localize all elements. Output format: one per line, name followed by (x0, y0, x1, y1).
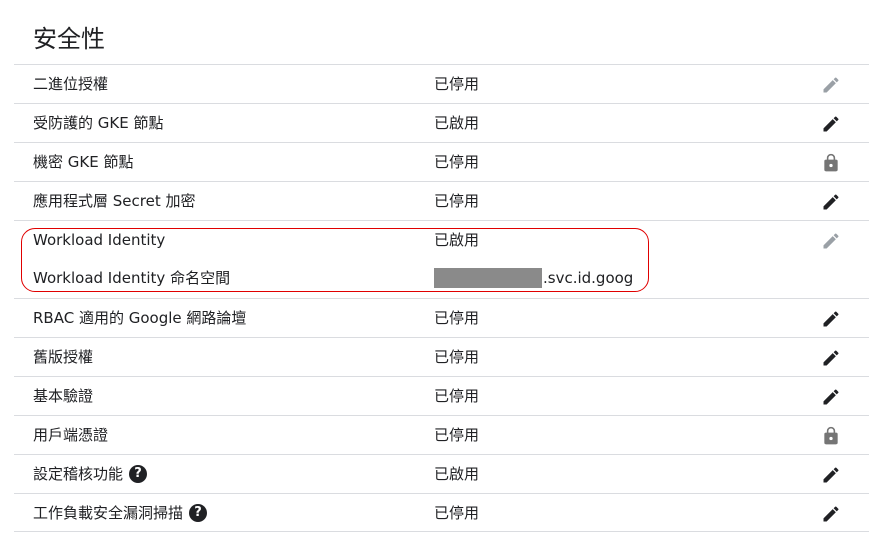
table-row-legacy-authorization: 舊版授權 已停用 (14, 337, 869, 376)
pencil-icon[interactable] (820, 386, 842, 408)
table-row-workload-identity: Workload Identity 已啟用 (14, 220, 869, 259)
row-label: Workload Identity 命名空間 (33, 269, 231, 287)
help-icon[interactable]: ? (129, 465, 148, 483)
row-value: 已停用 (434, 153, 480, 171)
security-panel: 安全性 二進位授權 已停用 受防護的 GKE 節點 已啟用 機密 GKE 節點 … (0, 0, 869, 544)
row-value: 已啟用 (434, 231, 480, 249)
row-label: 受防護的 GKE 節點 (33, 114, 164, 132)
row-label: 舊版授權 (33, 348, 94, 366)
row-label: 應用程式層 Secret 加密 (33, 192, 196, 210)
row-value: 已停用 (434, 192, 480, 210)
pencil-icon[interactable] (820, 503, 842, 525)
row-label: RBAC 適用的 Google 網路論壇 (33, 309, 247, 327)
pencil-icon[interactable] (820, 308, 842, 330)
row-value: 已停用 (434, 387, 480, 405)
lock-icon (820, 425, 842, 447)
table-row-workload-vulnerability-scanning: 工作負載安全漏洞掃描 ? 已停用 (14, 493, 869, 532)
namespace-suffix: .svc.id.goog (543, 269, 634, 287)
row-value: 已停用 (434, 504, 480, 522)
table-row-confidential-gke-nodes: 機密 GKE 節點 已停用 (14, 142, 869, 181)
row-label-text: 設定稽核功能 (33, 465, 124, 483)
table-row-audit-configuration: 設定稽核功能 ? 已啟用 (14, 454, 869, 493)
row-label: 設定稽核功能 ? (33, 455, 148, 493)
row-label: 基本驗證 (33, 387, 94, 405)
table-row-binary-authorization: 二進位授權 已停用 (14, 64, 869, 103)
redacted-block (434, 268, 542, 288)
row-value: 已啟用 (434, 465, 480, 483)
row-value: 已停用 (434, 309, 480, 327)
table-row-workload-identity-namespace: Workload Identity 命名空間 .svc.id.goog (14, 259, 869, 298)
pencil-icon[interactable] (820, 191, 842, 213)
pencil-icon[interactable] (820, 347, 842, 369)
row-value: .svc.id.goog (434, 259, 633, 297)
table-row-basic-authentication: 基本驗證 已停用 (14, 376, 869, 415)
section-title: 安全性 (33, 25, 105, 53)
table-row-application-layer-secret-encryption: 應用程式層 Secret 加密 已停用 (14, 181, 869, 220)
pencil-icon (820, 74, 842, 96)
row-label: 用戶端憑證 (33, 426, 109, 444)
help-icon[interactable]: ? (189, 504, 208, 522)
table-row-rbac-google-groups: RBAC 適用的 Google 網路論壇 已停用 (14, 298, 869, 337)
row-label: 機密 GKE 節點 (33, 153, 134, 171)
lock-icon (820, 152, 842, 174)
row-label-text: 工作負載安全漏洞掃描 (33, 504, 184, 522)
pencil-icon[interactable] (820, 464, 842, 486)
row-value: 已啟用 (434, 114, 480, 132)
table-row-shielded-gke-nodes: 受防護的 GKE 節點 已啟用 (14, 103, 869, 142)
table-row-client-certificate: 用戶端憑證 已停用 (14, 415, 869, 454)
row-value: 已停用 (434, 75, 480, 93)
row-value: 已停用 (434, 426, 480, 444)
pencil-icon (820, 230, 842, 252)
row-label: 工作負載安全漏洞掃描 ? (33, 494, 208, 532)
pencil-icon[interactable] (820, 113, 842, 135)
row-label: 二進位授權 (33, 75, 109, 93)
row-value: 已停用 (434, 348, 480, 366)
row-label: Workload Identity (33, 231, 166, 249)
